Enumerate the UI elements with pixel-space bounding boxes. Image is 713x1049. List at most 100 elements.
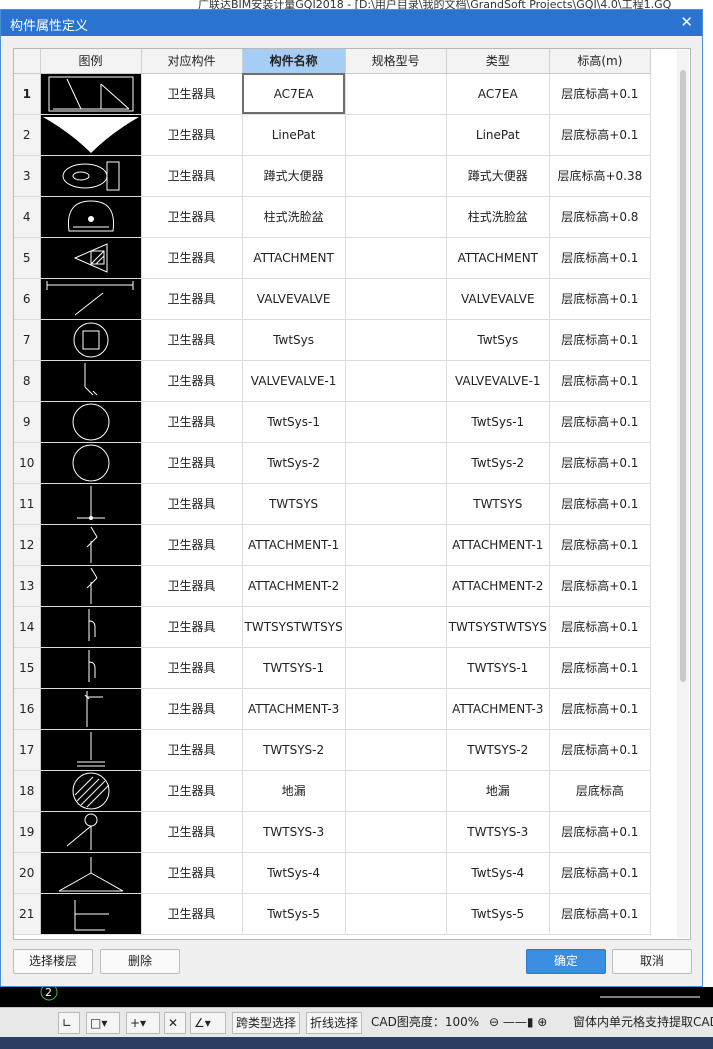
component-cell[interactable]: 卫生器具 [141,770,243,812]
type-cell[interactable]: ATTACHMENT-1 [446,524,550,566]
legend-icon-cell[interactable] [40,524,142,566]
legend-icon-cell[interactable] [40,319,142,361]
elevation-cell[interactable]: 层底标高+0.1 [549,483,651,525]
table-row[interactable]: 4 卫生器具 柱式洗脸盆 柱式洗脸盆 层底标高+0.8 [14,196,651,238]
row-number[interactable]: 11 [14,483,41,525]
elevation-cell[interactable]: 层底标高+0.1 [549,319,651,361]
type-cell[interactable]: TWTSYS-1 [446,647,550,689]
select-floor-button[interactable]: 选择楼层 [13,949,93,974]
type-cell[interactable]: 柱式洗脸盆 [446,196,550,238]
type-cell[interactable]: LinePat [446,114,550,156]
row-number[interactable]: 6 [14,278,41,320]
type-cell[interactable]: TwtSys-1 [446,401,550,443]
name-cell[interactable]: TwtSys [242,319,346,361]
legend-icon-cell[interactable] [40,196,142,238]
table-row[interactable]: 3 卫生器具 蹲式大便器 蹲式大便器 层底标高+0.38 [14,155,651,197]
name-cell[interactable]: 柱式洗脸盆 [242,196,346,238]
elevation-cell[interactable]: 层底标高+0.1 [549,401,651,443]
row-number[interactable]: 17 [14,729,41,771]
component-cell[interactable]: 卫生器具 [141,852,243,894]
spec-cell[interactable] [345,114,447,156]
legend-icon-cell[interactable] [40,770,142,812]
type-cell[interactable]: TwtSys [446,319,550,361]
cross-icon[interactable]: ✕ [164,1012,186,1034]
ok-button[interactable]: 确定 [526,949,606,974]
component-cell[interactable]: 卫生器具 [141,73,243,115]
table-row[interactable]: 7 卫生器具 TwtSys TwtSys 层底标高+0.1 [14,319,651,361]
name-cell[interactable]: 蹲式大便器 [242,155,346,197]
component-cell[interactable]: 卫生器具 [141,155,243,197]
table-row[interactable]: 15 卫生器具 TWTSYS-1 TWTSYS-1 层底标高+0.1 [14,647,651,689]
spec-cell[interactable] [345,401,447,443]
name-cell[interactable]: VALVEVALVE [242,278,346,320]
spec-cell[interactable] [345,729,447,771]
elevation-cell[interactable]: 层底标高+0.1 [549,688,651,730]
component-cell[interactable]: 卫生器具 [141,688,243,730]
table-row[interactable]: 17 卫生器具 TWTSYS-2 TWTSYS-2 层底标高+0.1 [14,729,651,771]
type-cell[interactable]: TwtSys-5 [446,893,550,935]
row-number[interactable]: 12 [14,524,41,566]
legend-icon-cell[interactable] [40,893,142,935]
scrollbar-thumb[interactable] [680,70,686,682]
legend-icon-cell[interactable] [40,688,142,730]
spec-cell[interactable] [345,893,447,935]
name-cell[interactable]: TwtSys-4 [242,852,346,894]
name-cell[interactable]: TwtSys-5 [242,893,346,935]
name-cell[interactable]: ATTACHMENT-2 [242,565,346,607]
name-cell[interactable]: TWTSYS [242,483,346,525]
elevation-cell[interactable]: 层底标高+0.1 [549,565,651,607]
name-cell[interactable]: VALVEVALVE-1 [242,360,346,402]
type-cell[interactable]: 地漏 [446,770,550,812]
legend-icon-cell[interactable] [40,647,142,689]
component-cell[interactable]: 卫生器具 [141,524,243,566]
column-header-elevation[interactable]: 标高(m) [549,49,651,74]
row-number[interactable]: 20 [14,852,41,894]
elevation-cell[interactable]: 层底标高+0.1 [549,278,651,320]
spec-cell[interactable] [345,237,447,279]
table-row[interactable]: 11 卫生器具 TWTSYS TWTSYS 层底标高+0.1 [14,483,651,525]
row-number[interactable]: 8 [14,360,41,402]
component-cell[interactable]: 卫生器具 [141,893,243,935]
type-cell[interactable]: TWTSYS [446,483,550,525]
table-row[interactable]: 1 卫生器具 AC7EA AC7EA 层底标高+0.1 [14,73,651,115]
elevation-cell[interactable]: 层底标高+0.1 [549,852,651,894]
component-cell[interactable]: 卫生器具 [141,606,243,648]
elevation-cell[interactable]: 层底标高+0.1 [549,729,651,771]
legend-icon-cell[interactable] [40,852,142,894]
row-number[interactable]: 14 [14,606,41,648]
ortho-icon[interactable]: ∟ [58,1012,80,1034]
table-row[interactable]: 6 卫生器具 VALVEVALVE VALVEVALVE 层底标高+0.1 [14,278,651,320]
spec-cell[interactable] [345,852,447,894]
name-cell[interactable]: TWTSYS-3 [242,811,346,853]
row-number[interactable]: 1 [14,73,41,115]
legend-icon-cell[interactable] [40,73,142,115]
legend-icon-cell[interactable] [40,442,142,484]
table-row[interactable]: 14 卫生器具 TWTSYSTWTSYS TWTSYSTWTSYS 层底标高+0.1 [14,606,651,648]
row-number[interactable]: 18 [14,770,41,812]
name-cell[interactable]: TWTSYSTWTSYS [242,606,346,648]
elevation-cell[interactable]: 层底标高+0.38 [549,155,651,197]
table-row[interactable]: 20 卫生器具 TwtSys-4 TwtSys-4 层底标高+0.1 [14,852,651,894]
row-number[interactable]: 5 [14,237,41,279]
name-cell[interactable]: ATTACHMENT-1 [242,524,346,566]
row-number[interactable]: 16 [14,688,41,730]
spec-cell[interactable] [345,647,447,689]
spec-cell[interactable] [345,688,447,730]
name-cell[interactable]: ATTACHMENT-3 [242,688,346,730]
table-row[interactable]: 13 卫生器具 ATTACHMENT-2 ATTACHMENT-2 层底标高+0.1 [14,565,651,607]
component-cell[interactable]: 卫生器具 [141,114,243,156]
table-row[interactable]: 12 卫生器具 ATTACHMENT-1 ATTACHMENT-1 层底标高+0.1 [14,524,651,566]
polyline-select-button[interactable]: 折线选择 [306,1012,362,1034]
cross-type-select-button[interactable]: 跨类型选择 [232,1012,300,1034]
type-cell[interactable]: TWTSYS-3 [446,811,550,853]
table-row[interactable]: 21 卫生器具 TwtSys-5 TwtSys-5 层底标高+0.1 [14,893,651,935]
legend-icon-cell[interactable] [40,278,142,320]
table-row[interactable]: 9 卫生器具 TwtSys-1 TwtSys-1 层底标高+0.1 [14,401,651,443]
elevation-cell[interactable]: 层底标高 [549,770,651,812]
cancel-button[interactable]: 取消 [612,949,692,974]
type-cell[interactable]: TWTSYS-2 [446,729,550,771]
component-cell[interactable]: 卫生器具 [141,196,243,238]
column-header-spec[interactable]: 规格型号 [345,49,447,74]
type-cell[interactable]: TWTSYSTWTSYS [446,606,550,648]
spec-cell[interactable] [345,770,447,812]
